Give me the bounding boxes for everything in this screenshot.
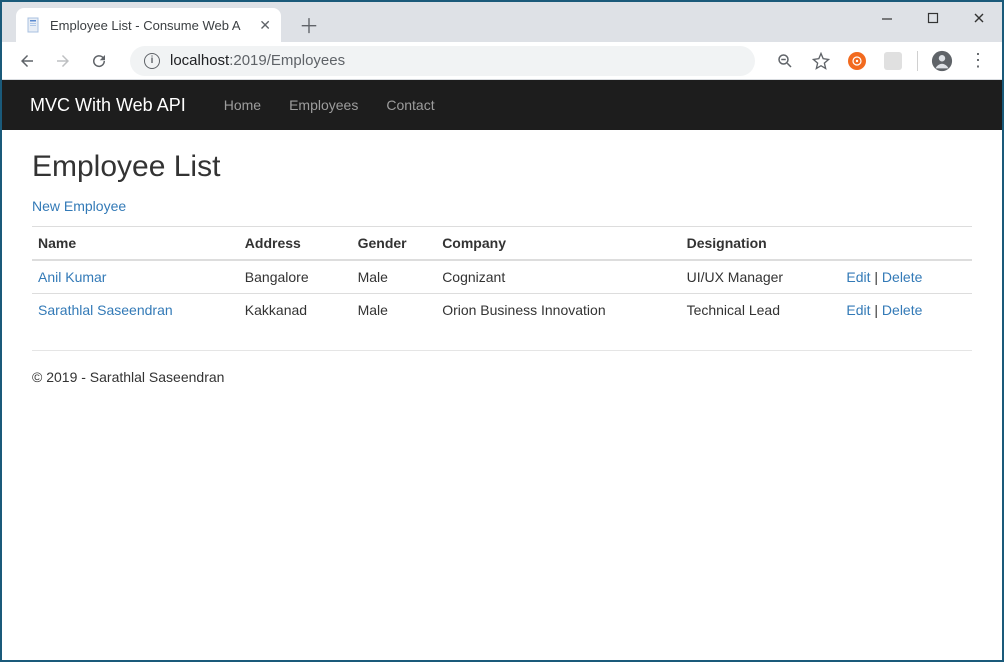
reload-button[interactable] bbox=[84, 46, 114, 76]
window-close-button[interactable] bbox=[956, 2, 1002, 34]
cell-gender: Male bbox=[352, 260, 437, 294]
window-minimize-button[interactable] bbox=[864, 2, 910, 34]
browser-toolbar: i localhost:2019/Employees ⋮ bbox=[2, 42, 1002, 80]
footer-text: © 2019 - Sarathlal Saseendran bbox=[32, 369, 972, 385]
navbar-brand[interactable]: MVC With Web API bbox=[30, 95, 186, 116]
zoom-icon[interactable] bbox=[771, 47, 799, 75]
app-navbar: MVC With Web API Home Employees Contact bbox=[2, 80, 1002, 130]
browser-titlebar: Employee List - Consume Web A ✕ ＋ bbox=[2, 2, 1002, 42]
page-title: Employee List bbox=[32, 150, 972, 184]
delete-link[interactable]: Delete bbox=[882, 302, 922, 318]
th-designation: Designation bbox=[681, 227, 841, 261]
nav-link-employees[interactable]: Employees bbox=[289, 97, 358, 113]
cell-designation: Technical Lead bbox=[681, 294, 841, 327]
address-bar[interactable]: i localhost:2019/Employees bbox=[130, 46, 755, 76]
cell-actions: Edit | Delete bbox=[840, 294, 972, 327]
url-text: localhost:2019/Employees bbox=[170, 52, 345, 69]
page-container: Employee List New Employee Name Address … bbox=[2, 130, 1002, 405]
cell-company: Cognizant bbox=[436, 260, 680, 294]
toolbar-divider bbox=[917, 51, 918, 71]
cell-address: Bangalore bbox=[239, 260, 352, 294]
footer-divider bbox=[32, 350, 972, 351]
extension-grey-icon[interactable] bbox=[879, 47, 907, 75]
toolbar-right-icons: ⋮ bbox=[771, 47, 992, 75]
nav-link-contact[interactable]: Contact bbox=[386, 97, 434, 113]
profile-avatar-icon[interactable] bbox=[928, 47, 956, 75]
action-separator: | bbox=[871, 269, 882, 285]
edit-link[interactable]: Edit bbox=[846, 302, 870, 318]
browser-menu-icon[interactable]: ⋮ bbox=[964, 47, 992, 75]
delete-link[interactable]: Delete bbox=[882, 269, 922, 285]
th-actions bbox=[840, 227, 972, 261]
tab-favicon-icon bbox=[26, 17, 42, 33]
cell-actions: Edit | Delete bbox=[840, 260, 972, 294]
page-viewport: MVC With Web API Home Employees Contact … bbox=[2, 80, 1002, 405]
new-tab-button[interactable]: ＋ bbox=[299, 10, 319, 39]
site-info-icon[interactable]: i bbox=[144, 53, 160, 69]
back-button[interactable] bbox=[12, 46, 42, 76]
table-row: Sarathlal Saseendran Kakkanad Male Orion… bbox=[32, 294, 972, 327]
th-company: Company bbox=[436, 227, 680, 261]
cell-address: Kakkanad bbox=[239, 294, 352, 327]
forward-button[interactable] bbox=[48, 46, 78, 76]
employee-table: Name Address Gender Company Designation … bbox=[32, 226, 972, 326]
employee-name-link[interactable]: Anil Kumar bbox=[38, 269, 106, 285]
cell-gender: Male bbox=[352, 294, 437, 327]
tab-title: Employee List - Consume Web A bbox=[50, 18, 251, 33]
cell-company: Orion Business Innovation bbox=[436, 294, 680, 327]
window-controls bbox=[864, 2, 1002, 34]
window-maximize-button[interactable] bbox=[910, 2, 956, 34]
th-name: Name bbox=[32, 227, 239, 261]
table-row: Anil Kumar Bangalore Male Cognizant UI/U… bbox=[32, 260, 972, 294]
nav-link-home[interactable]: Home bbox=[224, 97, 261, 113]
action-separator: | bbox=[871, 302, 882, 318]
table-header-row: Name Address Gender Company Designation bbox=[32, 227, 972, 261]
th-gender: Gender bbox=[352, 227, 437, 261]
tab-close-icon[interactable]: ✕ bbox=[259, 17, 271, 34]
browser-tab[interactable]: Employee List - Consume Web A ✕ bbox=[16, 8, 281, 42]
extension-orange-icon[interactable] bbox=[843, 47, 871, 75]
cell-designation: UI/UX Manager bbox=[681, 260, 841, 294]
employee-name-link[interactable]: Sarathlal Saseendran bbox=[38, 302, 173, 318]
bookmark-star-icon[interactable] bbox=[807, 47, 835, 75]
edit-link[interactable]: Edit bbox=[846, 269, 870, 285]
new-employee-link[interactable]: New Employee bbox=[32, 198, 126, 214]
th-address: Address bbox=[239, 227, 352, 261]
